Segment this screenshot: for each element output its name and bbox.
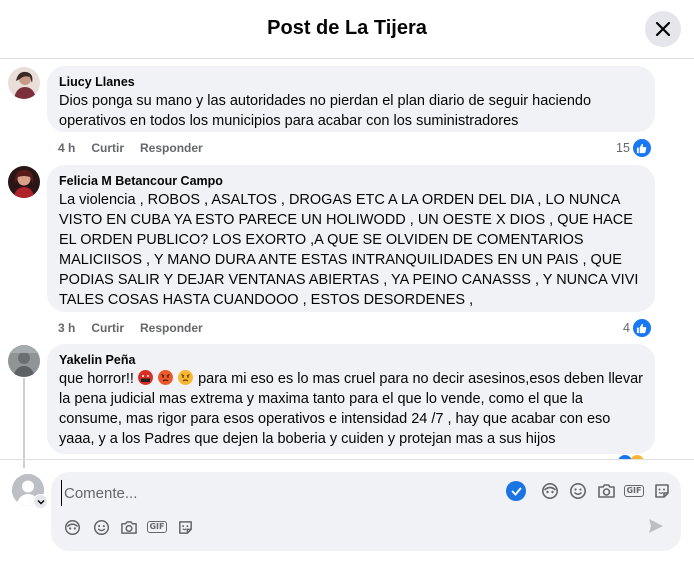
check-icon	[511, 487, 521, 496]
avatar-sticker-icon	[64, 519, 80, 535]
cursing-face-emoji	[138, 370, 153, 385]
comment-bubble: Yakelin Peña que horror!! para mi eso es…	[47, 344, 655, 454]
comment-text: que horror!! para mi eso es lo mas cruel…	[59, 369, 643, 449]
comment-actions: 3 h Curtir Responder	[58, 321, 203, 335]
comment-time[interactable]: 3 h	[58, 321, 75, 335]
gif-icon: GIF	[624, 485, 644, 497]
like-icon	[632, 139, 651, 157]
thread-line	[23, 378, 25, 468]
sticker-button[interactable]	[652, 481, 672, 501]
avatar-sticker-icon	[542, 483, 558, 499]
sticker-button-2[interactable]	[175, 517, 195, 537]
send-button[interactable]	[647, 517, 667, 537]
comment-time[interactable]: 4 h	[58, 141, 75, 155]
sticker-icon	[655, 484, 669, 498]
like-button[interactable]: Curtir	[91, 321, 124, 335]
avatar-sticker-button-2[interactable]	[62, 517, 82, 537]
camera-icon	[597, 484, 615, 498]
dialog-header: Post de La Tijera	[0, 0, 694, 59]
comment-input[interactable]	[61, 480, 506, 506]
check-button[interactable]	[506, 481, 526, 501]
camera-button-2[interactable]	[119, 517, 139, 537]
chevron-down-icon	[37, 499, 44, 504]
comment-actions: 4 h Curtir Responder	[58, 141, 203, 155]
emoji-button-2[interactable]	[91, 517, 111, 537]
comment-bubble: Felicia M Betancour Campo La violencia ,…	[47, 165, 655, 312]
comment-author[interactable]: Yakelin Peña	[59, 352, 643, 368]
emoji-icon	[93, 519, 109, 535]
like-icon	[632, 319, 651, 337]
avatar-sticker-button[interactable]	[540, 481, 560, 501]
gif-button-2[interactable]: GIF	[147, 517, 167, 537]
like-button[interactable]: Curtir	[91, 141, 124, 155]
angry-face-emoji	[178, 370, 194, 385]
camera-icon	[121, 520, 137, 534]
profile-switcher-button[interactable]	[33, 494, 48, 509]
send-icon	[649, 519, 663, 533]
reaction-summary[interactable]: 4	[623, 319, 651, 337]
comment-text-start: que horror!!	[59, 371, 134, 387]
composer-divider	[0, 459, 694, 460]
close-icon	[655, 21, 671, 37]
reaction-count: 4	[623, 321, 630, 335]
angry-face-emoji	[158, 370, 174, 385]
comment-bubble: Liucy Llanes Dios ponga su mano y las au…	[47, 66, 655, 132]
reply-button[interactable]: Responder	[140, 321, 203, 335]
sticker-icon	[178, 520, 192, 534]
comment-text: La violencia , ROBOS , ASALTOS , DROGAS …	[59, 192, 639, 308]
camera-button[interactable]	[596, 481, 616, 501]
reaction-count: 15	[616, 141, 630, 155]
reaction-summary[interactable]: 15	[616, 139, 651, 157]
close-button[interactable]	[645, 11, 681, 47]
gif-icon: GIF	[147, 521, 167, 533]
gif-button[interactable]: GIF	[624, 481, 644, 501]
comment-text: Dios ponga su mano y las autoridades no …	[59, 93, 592, 129]
avatar[interactable]	[8, 67, 40, 99]
emoji-button[interactable]	[568, 481, 588, 501]
comments-list: Liucy Llanes Dios ponga su mano y las au…	[0, 59, 694, 459]
reply-button[interactable]: Responder	[140, 141, 203, 155]
comment-composer: GIF GIF	[51, 472, 681, 551]
emoji-icon	[570, 483, 586, 499]
dialog-title: Post de La Tijera	[267, 17, 427, 39]
avatar[interactable]	[8, 345, 40, 377]
avatar[interactable]	[8, 166, 40, 198]
comment-author[interactable]: Liucy Llanes	[59, 74, 643, 90]
comment-author[interactable]: Felicia M Betancour Campo	[59, 173, 643, 189]
